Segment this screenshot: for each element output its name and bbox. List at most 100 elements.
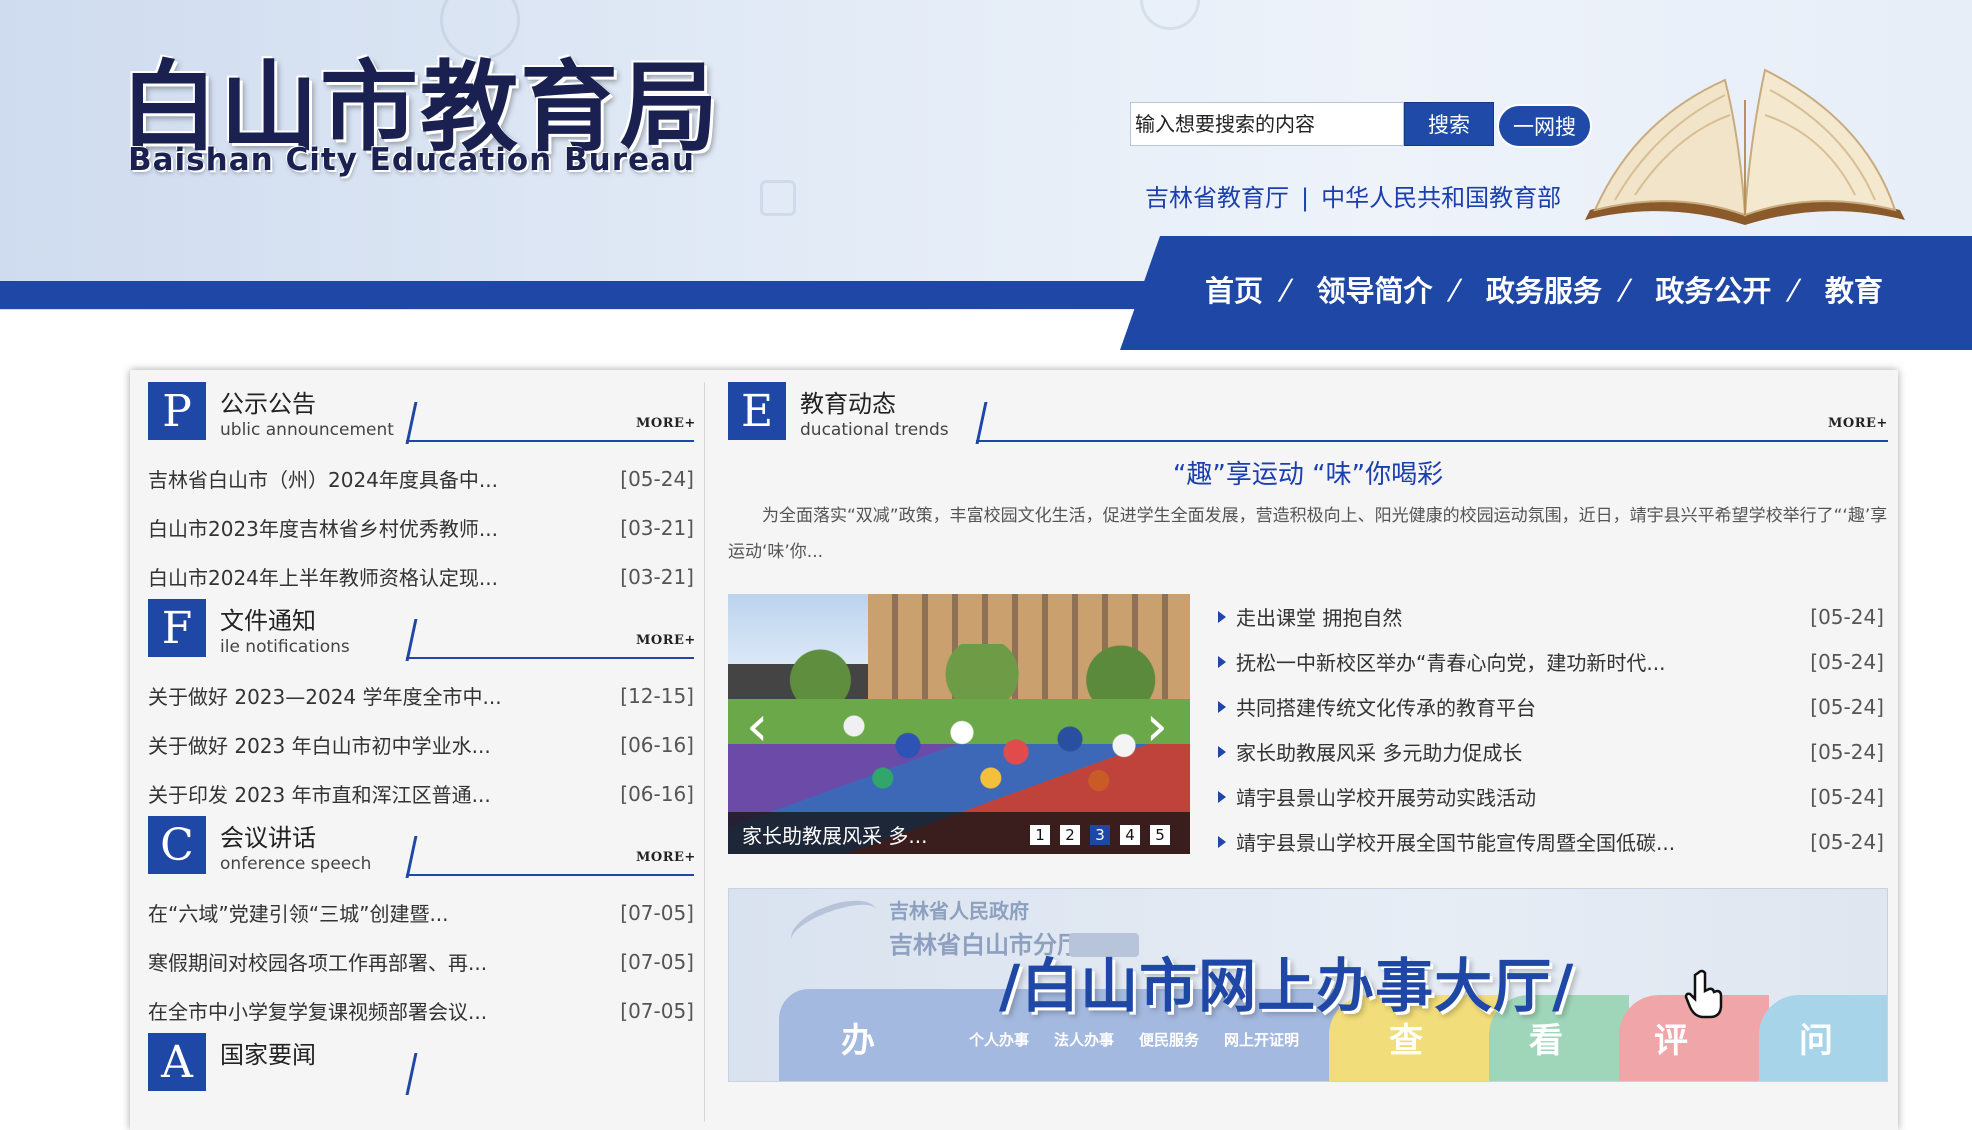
online-service-hall-banner[interactable]: 吉林省人民政府 吉林省白山市分厅 /白山市网上办事大厅/ 办 个人办事 法人办事… <box>728 888 1888 1082</box>
main-nav: 首页 / 领导简介 / 政务服务 / 政务公开 / 教育 <box>1205 268 1883 310</box>
section-title[interactable]: 公示公告 <box>220 384 316 419</box>
list-item-date: [03-21] <box>620 564 694 589</box>
banner-label-evaluate: 评 <box>1654 1021 1688 1061</box>
slider-dot-active[interactable]: 3 <box>1090 825 1110 845</box>
nav-item-education[interactable]: 教育 <box>1825 268 1883 310</box>
list-item-date: [07-05] <box>620 949 694 974</box>
file-notification-list: 关于做好 2023—2024 学年度全市中... [12-15] 关于做好 202… <box>148 671 694 818</box>
list-item-title: 寒假期间对校园各项工作再部署、再... <box>148 951 488 975</box>
list-item[interactable]: 关于印发 2023 年市直和浑江区普通... [06-16] <box>148 769 694 818</box>
slider-prev-arrow-icon[interactable]: ‹ <box>746 699 768 755</box>
section-subtitle: ublic announcement <box>220 420 394 440</box>
list-item-date: [05-24] <box>1810 784 1884 809</box>
bullet-triangle-icon <box>1218 790 1226 803</box>
section-title[interactable]: 国家要闻 <box>220 1035 316 1070</box>
link-ministry-of-education[interactable]: 中华人民共和国教育部 <box>1321 184 1561 212</box>
list-item-title: 抚松一中新校区举办“青春心向党，建功新时代... <box>1236 651 1666 675</box>
list-item[interactable]: 在全市中小学复学复课视频部署会议... [07-05] <box>148 986 694 1035</box>
more-link[interactable]: MORE+ <box>636 416 696 431</box>
slider-caption[interactable]: 家长助教展风采 多... <box>742 820 927 849</box>
slide-image-children <box>818 674 1178 804</box>
news-image-slider[interactable]: ‹ › 家长助教展风采 多... 1 2 3 4 5 <box>728 594 1190 854</box>
link-jilin-education-dept[interactable]: 吉林省教育厅 <box>1145 184 1289 212</box>
government-logo-icon <box>784 890 884 960</box>
section-title[interactable]: 会议讲话 <box>220 818 316 853</box>
nav-item-government-affairs[interactable]: 政务公开 <box>1655 268 1771 310</box>
section-title[interactable]: 文件通知 <box>220 601 316 636</box>
more-link[interactable]: MORE+ <box>636 633 696 648</box>
list-item[interactable]: 白山市2023年度吉林省乡村优秀教师... [03-21] <box>148 503 694 552</box>
section-header-announcements: P 公示公告 ublic announcement MORE+ <box>148 382 696 444</box>
list-item-date: [05-24] <box>620 466 694 491</box>
top-links: 吉林省教育厅 | 中华人民共和国教育部 <box>1145 178 1561 213</box>
list-item-date: [06-16] <box>620 732 694 757</box>
slider-dot[interactable]: 1 <box>1030 825 1050 845</box>
list-item[interactable]: 抚松一中新校区举办“青春心向党，建功新时代... [05-24] <box>1218 639 1884 684</box>
list-item-title: 走出课堂 拥抱自然 <box>1236 606 1403 630</box>
section-underline <box>406 440 694 442</box>
search-button[interactable]: 搜索 <box>1404 102 1494 146</box>
list-item-title: 靖宇县景山学校开展劳动实践活动 <box>1236 786 1536 810</box>
banner-label-view: 看 <box>1529 1021 1563 1061</box>
banner-label-legal-person: 法人办事 <box>1054 1031 1115 1049</box>
featured-news-summary: 为全面落实“双减”政策，丰富校园文化生活，促进学生全面发展，营造积极向上、阳光健… <box>728 506 1888 562</box>
education-news-list: 走出课堂 拥抱自然 [05-24] 抚松一中新校区举办“青春心向党，建功新时代..… <box>1218 594 1884 864</box>
section-title[interactable]: 教育动态 <box>800 384 896 419</box>
list-item[interactable]: 靖宇县景山学校开展劳动实践活动 [05-24] <box>1218 774 1884 819</box>
list-item-title: 关于做好 2023—2024 学年度全市中... <box>148 685 502 709</box>
list-item-title: 在“六域”党建引领“三城”创建暨... <box>148 902 449 926</box>
conference-speech-list: 在“六域”党建引领“三城”创建暨... [07-05] 寒假期间对校园各项工作再部… <box>148 888 694 1035</box>
main-content: P 公示公告 ublic announcement MORE+ 吉林省白山市（州… <box>130 370 1898 1130</box>
list-item[interactable]: 家长助教展风采 多元助力促成长 [05-24] <box>1218 729 1884 774</box>
more-link[interactable]: MORE+ <box>1828 416 1888 431</box>
announcement-list: 吉林省白山市（州）2024年度具备中... [05-24] 白山市2023年度吉林… <box>148 454 694 601</box>
nav-item-home[interactable]: 首页 <box>1205 268 1263 310</box>
list-item[interactable]: 关于做好 2023—2024 学年度全市中... [12-15] <box>148 671 694 720</box>
featured-news-headline[interactable]: “趣”享运动 “味”你喝彩 <box>728 454 1888 494</box>
slider-dot[interactable]: 4 <box>1120 825 1140 845</box>
list-item[interactable]: 白山市2024年上半年教师资格认定现... [03-21] <box>148 552 694 601</box>
section-subtitle: ile notifications <box>220 637 350 657</box>
section-slash-decoration <box>975 402 988 444</box>
hand-cursor-icon <box>1684 969 1723 1019</box>
list-item-title: 关于做好 2023 年白山市初中学业水... <box>148 734 491 758</box>
banner-label-convenience: 便民服务 <box>1139 1031 1200 1049</box>
section-slash-decoration <box>405 836 418 878</box>
nav-item-leadership[interactable]: 领导简介 <box>1316 268 1432 310</box>
section-letter-badge: P <box>148 382 206 440</box>
bullet-triangle-icon <box>1218 835 1226 848</box>
banner-title: /白山市网上办事大厅/ <box>999 952 1575 1020</box>
bullet-triangle-icon <box>1218 745 1226 758</box>
list-item[interactable]: 关于做好 2023 年白山市初中学业水... [06-16] <box>148 720 694 769</box>
section-header-conference-speech: C 会议讲话 onference speech MORE+ <box>148 816 696 878</box>
list-item[interactable]: 吉林省白山市（州）2024年度具备中... [05-24] <box>148 454 694 503</box>
section-underline <box>406 874 694 876</box>
left-column: P 公示公告 ublic announcement MORE+ 吉林省白山市（州… <box>148 382 696 1095</box>
nav-item-government-services[interactable]: 政务服务 <box>1486 268 1602 310</box>
list-item[interactable]: 走出课堂 拥抱自然 [05-24] <box>1218 594 1884 639</box>
section-underline <box>406 657 694 659</box>
slider-next-arrow-icon[interactable]: › <box>1146 699 1168 755</box>
banner-gov-line1: 吉林省人民政府 <box>889 899 1029 923</box>
banner-label-ask: 问 <box>1799 1021 1833 1061</box>
section-header-education-news: E 教育动态 ducational trends MORE+ <box>728 382 1888 444</box>
section-slash-decoration <box>405 619 418 661</box>
list-item[interactable]: 在“六域”党建引领“三城”创建暨... [07-05] <box>148 888 694 937</box>
search-input[interactable] <box>1130 102 1404 146</box>
nav-separator: / <box>1784 272 1804 306</box>
bullet-triangle-icon <box>1218 700 1226 713</box>
list-item-title: 在全市中小学复学复课视频部署会议... <box>148 1000 488 1024</box>
site-logo-english[interactable]: Baishan City Education Bureau <box>128 142 695 178</box>
banner-label-personal: 个人办事 <box>969 1031 1030 1049</box>
list-item[interactable]: 寒假期间对校园各项工作再部署、再... [07-05] <box>148 937 694 986</box>
section-slash-decoration <box>405 1053 418 1095</box>
slider-dot[interactable]: 2 <box>1060 825 1080 845</box>
list-item-title: 家长助教展风采 多元助力促成长 <box>1236 741 1523 765</box>
list-item[interactable]: 共同搭建传统文化传承的教育平台 [05-24] <box>1218 684 1884 729</box>
slider-dot[interactable]: 5 <box>1150 825 1170 845</box>
list-item[interactable]: 靖宇县景山学校开展全国节能宣传周暨全国低碳... [05-24] <box>1218 819 1884 864</box>
list-item-date: [07-05] <box>620 998 694 1023</box>
slider-caption-bar: 家长助教展风采 多... 1 2 3 4 5 <box>728 812 1190 854</box>
more-link[interactable]: MORE+ <box>636 850 696 865</box>
open-book-icon <box>1585 68 1905 225</box>
